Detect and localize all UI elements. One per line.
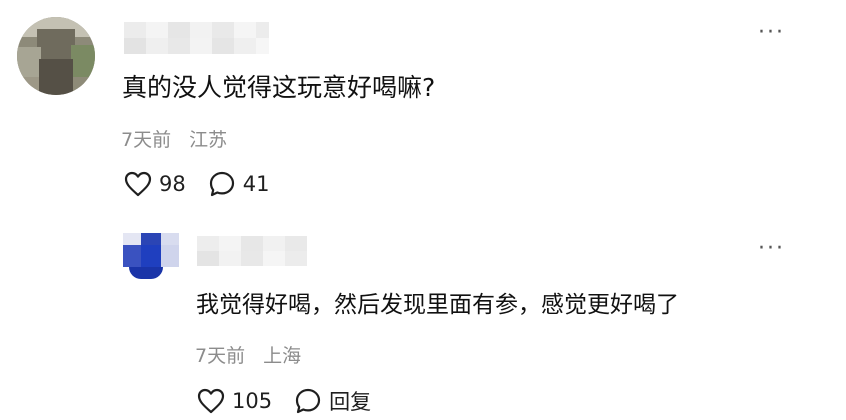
comment-actions: 98 41 (124, 170, 291, 198)
reply-count: 41 (242, 172, 270, 196)
comment-text: 真的没人觉得这玩意好喝嘛? (122, 73, 436, 102)
reply-actions: 105 回复 (197, 386, 393, 416)
like-count: 105 (232, 389, 273, 413)
replier-avatar[interactable] (123, 233, 179, 279)
comment-location: 江苏 (189, 129, 228, 151)
like-count: 98 (159, 172, 186, 196)
heart-outline-icon (197, 388, 225, 414)
speech-bubble-icon (208, 170, 236, 198)
reply-button[interactable]: 回复 (294, 386, 371, 416)
comment-time: 7天前 (121, 129, 172, 151)
replier-name-blurred[interactable] (197, 236, 307, 266)
more-options-icon[interactable]: ··· (758, 238, 785, 260)
more-options-icon[interactable]: ··· (758, 22, 785, 44)
reply-meta: 7天前 上海 (195, 341, 301, 368)
reply-location: 上海 (263, 345, 302, 367)
commenter-avatar[interactable] (17, 17, 95, 95)
like-button[interactable]: 98 (124, 171, 186, 197)
reply-label: 回复 (329, 390, 372, 414)
commenter-name-blurred[interactable] (124, 22, 269, 54)
reply-count-button[interactable]: 41 (208, 170, 270, 198)
like-button[interactable]: 105 (197, 388, 272, 414)
reply-text: 我觉得好喝，然后发现里面有参，感觉更好喝了 (196, 292, 679, 318)
speech-bubble-icon (294, 387, 322, 415)
comment-meta: 7天前 江苏 (121, 125, 227, 152)
heart-outline-icon (124, 171, 152, 197)
reply-time: 7天前 (195, 345, 246, 367)
